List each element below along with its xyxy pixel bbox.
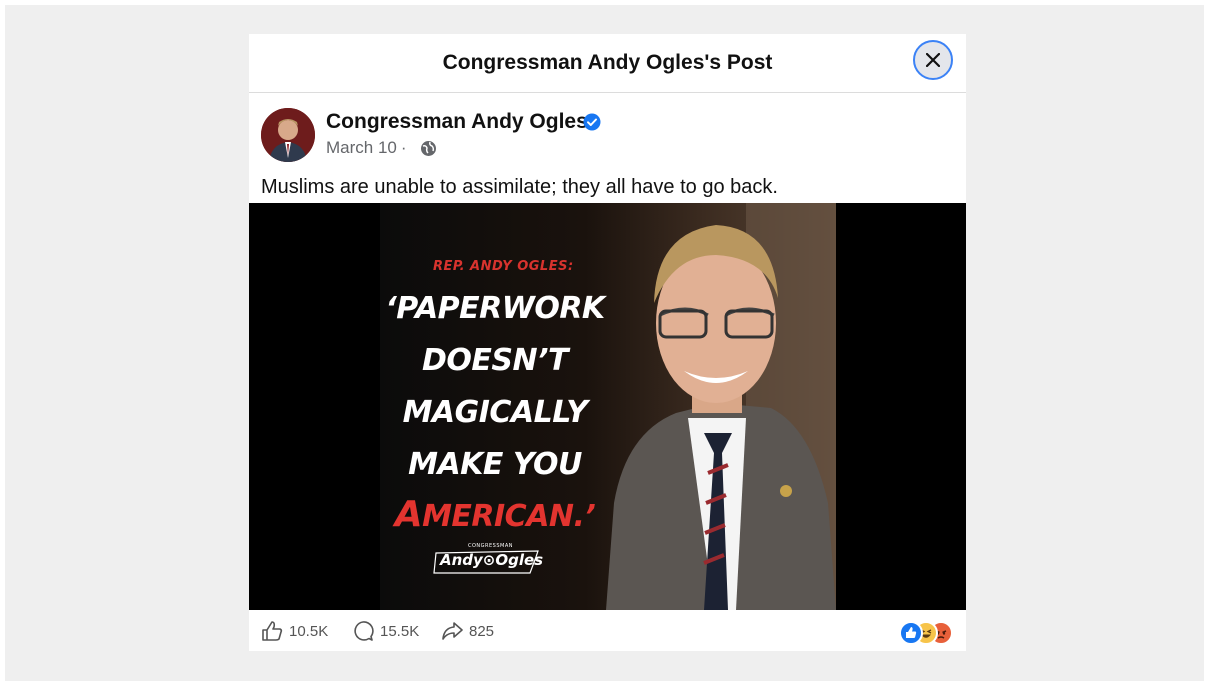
- author-avatar[interactable]: [261, 108, 315, 162]
- post-actions-bar: 10.5K 15.5K 825: [249, 610, 966, 651]
- like-button[interactable]: 10.5K: [261, 620, 328, 642]
- like-count: 10.5K: [289, 622, 329, 640]
- campaign-logo: CONGRESSMAN Andy⊙Ogles: [432, 543, 544, 577]
- quote-red-letter: A: [394, 494, 423, 535]
- close-icon: [926, 53, 940, 67]
- close-button[interactable]: [913, 40, 953, 80]
- comment-icon: [354, 621, 374, 641]
- like-icon: [262, 621, 283, 641]
- dialog-header: Congressman Andy Ogles's Post: [249, 34, 966, 93]
- dialog-title: Congressman Andy Ogles's Post: [442, 51, 773, 74]
- quote-kicker: REP. ANDY OGLES:: [433, 259, 574, 274]
- quote-line-last: AMERICAN.’: [365, 494, 625, 535]
- post-dialog: Congressman Andy Ogles's Post Congressma…: [249, 34, 966, 651]
- quote-line: ‘PAPERWORK: [385, 291, 605, 326]
- comment-count: 15.5K: [380, 622, 420, 640]
- share-icon: [442, 622, 463, 640]
- quote-line: MAKE YOU: [408, 447, 582, 482]
- post-image[interactable]: REP. ANDY OGLES: ‘PAPERWORK DOESN’T MAGI…: [249, 203, 966, 610]
- like-reaction-icon: [899, 621, 923, 645]
- reaction-summary[interactable]: [899, 621, 959, 645]
- quote-line: MAGICALLY: [402, 395, 588, 430]
- share-count: 825: [469, 622, 495, 640]
- globe-icon: [421, 141, 436, 156]
- post-date[interactable]: March 10: [326, 138, 397, 157]
- quote-line: DOESN’T: [422, 343, 568, 378]
- comment-button[interactable]: 15.5K: [352, 620, 419, 642]
- post-meta: March 10 ·: [326, 138, 411, 158]
- quote-graphic: REP. ANDY OGLES: ‘PAPERWORK DOESN’T MAGI…: [380, 203, 836, 610]
- portrait-photo: [606, 203, 836, 610]
- post-text: Muslims are unable to assimilate; they a…: [261, 176, 778, 198]
- logo-name: Andy⊙Ogles: [440, 551, 544, 569]
- verified-badge-icon: [583, 113, 601, 131]
- meta-separator: ·: [400, 138, 407, 157]
- quote-last-word: MERICAN.’: [422, 499, 596, 534]
- author-name[interactable]: Congressman Andy Ogles: [326, 110, 588, 134]
- share-button[interactable]: 825: [441, 620, 494, 642]
